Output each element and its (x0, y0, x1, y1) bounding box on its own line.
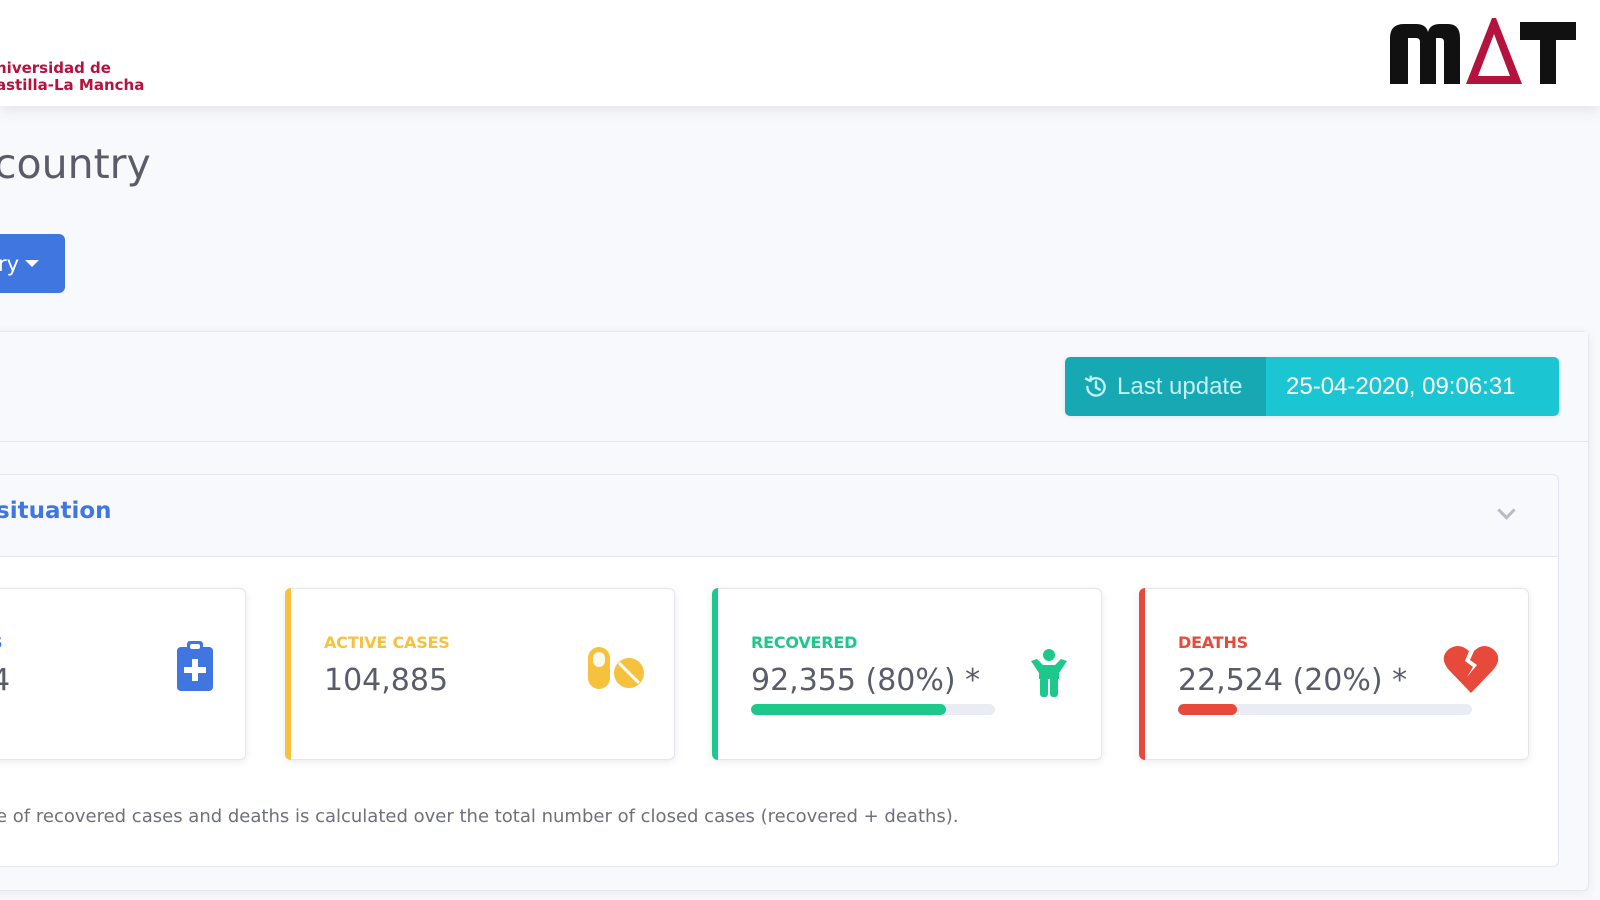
footnote: e of recovered cases and deaths is calcu… (0, 806, 959, 827)
country-button-label: ry (0, 251, 20, 276)
recovered-card: RECOVERED 92,355 (80%) * (712, 588, 1102, 760)
situation-card-header[interactable] (0, 475, 1558, 557)
active-accent-bar (285, 588, 291, 760)
deaths-label: DEATHS (1178, 633, 1248, 652)
deaths-card: DEATHS 22,524 (20%) * (1139, 588, 1529, 760)
deaths-progress (1178, 704, 1472, 715)
last-update-label-box: Last update (1065, 357, 1266, 416)
situation-title[interactable]: situation (0, 498, 112, 524)
mat-logo[interactable] (1388, 16, 1578, 90)
deaths-progress-fill (1178, 704, 1237, 715)
recovered-accent-bar (712, 588, 718, 760)
active-cases-value: 104,885 (324, 663, 449, 698)
recovered-progress-fill (751, 704, 947, 715)
recovered-progress (751, 704, 995, 715)
total-cases-label: S (0, 633, 3, 652)
page-title: country (0, 140, 151, 188)
caret-down-icon (25, 260, 40, 267)
university-name-line2: astilla-La Mancha (0, 76, 145, 94)
child-icon (1031, 649, 1067, 697)
active-cases-card: ACTIVE CASES 104,885 (285, 588, 675, 760)
university-logo[interactable]: niversidad de astilla-La Mancha (0, 60, 144, 94)
active-cases-label: ACTIVE CASES (324, 633, 450, 652)
country-dropdown-button[interactable]: ry (0, 234, 65, 293)
deaths-value: 22,524 (20%) * (1178, 663, 1408, 698)
university-name-line1: niversidad de (0, 59, 111, 77)
last-update-badge: Last update 25-04-2020, 09:06:31 (1065, 357, 1559, 416)
history-icon (1084, 375, 1106, 397)
last-update-label: Last update (1117, 372, 1243, 400)
heart-broken-icon (1443, 645, 1499, 693)
total-cases-value: 4 (0, 663, 11, 698)
pills-icon (588, 647, 644, 689)
deaths-accent-bar (1139, 588, 1145, 760)
last-update-value: 25-04-2020, 09:06:31 (1266, 357, 1559, 416)
top-navbar: niversidad de astilla-La Mancha (0, 0, 1600, 106)
recovered-value: 92,355 (80%) * (751, 663, 981, 698)
recovered-label: RECOVERED (751, 633, 858, 652)
total-cases-card: S 4 (0, 588, 246, 760)
clipboard-medical-icon (177, 641, 213, 691)
